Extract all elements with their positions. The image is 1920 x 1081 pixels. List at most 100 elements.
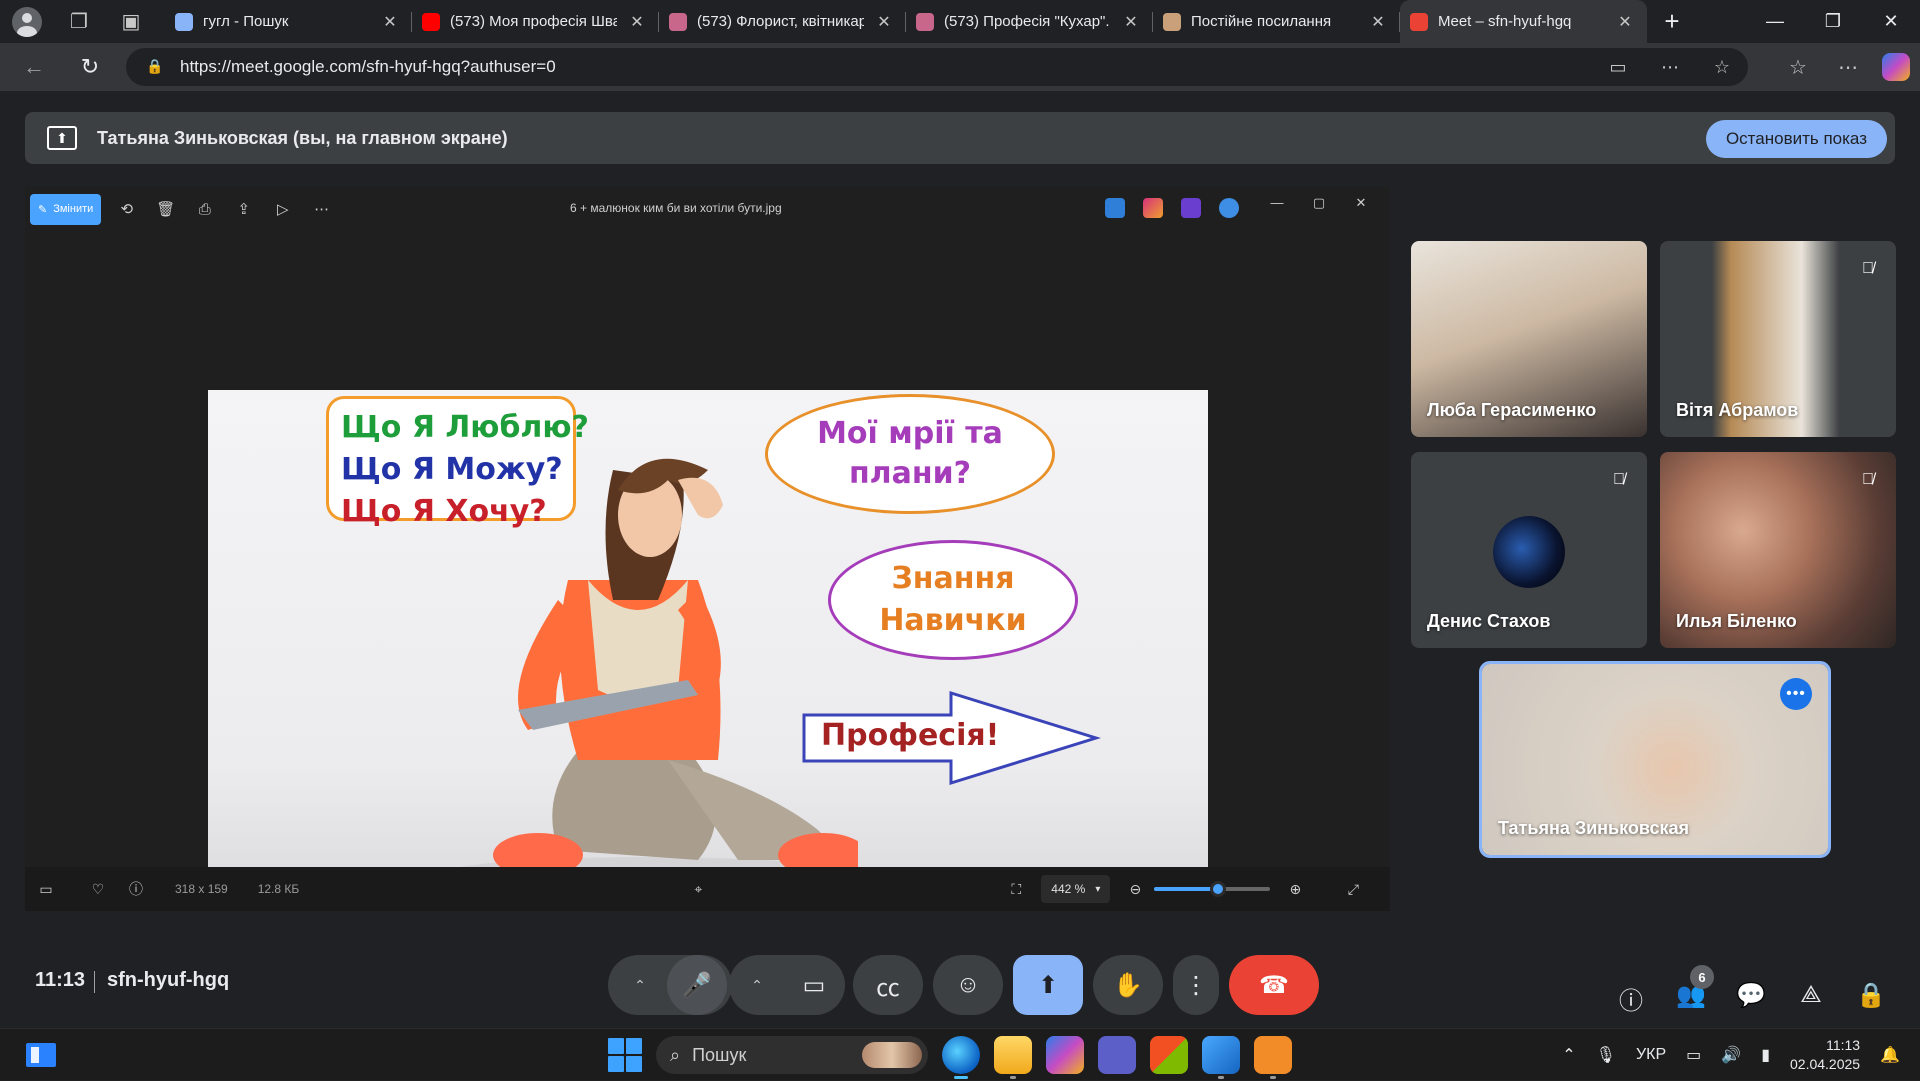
rotate-icon[interactable]: ⟲ [107, 200, 146, 218]
back-icon[interactable]: ← [12, 54, 56, 80]
snipping-tool-icon[interactable] [1254, 1036, 1292, 1079]
url-text[interactable]: https://meet.google.com/sfn-hyuf-hgq?aut… [180, 57, 1592, 77]
zoom-level-dropdown[interactable]: 442 % ▾ [1041, 875, 1111, 903]
chat-icon[interactable]: 💬 [1731, 981, 1771, 1010]
fullscreen-icon[interactable]: ⤢ [1334, 881, 1372, 898]
edit-button[interactable]: ✎ Змінити [30, 193, 102, 225]
browser-tab[interactable]: Meet – sfn-hyuf-hgq ✕ [1400, 0, 1647, 43]
raise-hand-button[interactable]: ✋ [1093, 955, 1163, 1015]
video-settings-chevron-icon[interactable]: ⌃ [730, 977, 784, 994]
photos-minimize-icon[interactable]: — [1256, 195, 1298, 211]
camera-in-use-icon[interactable]: ▭ [1592, 57, 1644, 78]
stop-presenting-button[interactable]: Остановить показ [1705, 120, 1887, 158]
tab-close-icon[interactable]: ✕ [1615, 12, 1635, 32]
file-explorer-icon[interactable] [994, 1036, 1032, 1079]
copilot-icon[interactable] [1882, 53, 1910, 81]
photos-app-icon[interactable] [1202, 1036, 1240, 1079]
zoom-slider[interactable] [1154, 881, 1271, 897]
microphone-in-use-icon[interactable]: 🎙 [1596, 1045, 1616, 1065]
start-icon[interactable] [608, 1038, 642, 1072]
notifications-icon[interactable]: 🔔 [1880, 1045, 1900, 1065]
youtube-icon [916, 12, 934, 31]
widgets-icon[interactable] [26, 1043, 56, 1067]
volume-icon[interactable]: 🔊 [1721, 1045, 1741, 1065]
audio-settings-chevron-icon[interactable]: ⌃ [613, 977, 667, 994]
browser-tab[interactable]: (573) Професія "Кухар". - ✕ [906, 0, 1153, 43]
zoom-in-icon[interactable]: ⊕ [1276, 881, 1314, 898]
taskbar-search[interactable]: ⌕ Пошук [656, 1036, 928, 1074]
input-language[interactable]: УКР [1636, 1046, 1666, 1064]
workspaces-icon[interactable]: ❐ [64, 7, 94, 37]
edge-icon[interactable] [942, 1036, 980, 1079]
host-controls-icon[interactable]: 🔒 [1851, 981, 1891, 1010]
self-participant-tile[interactable]: ••• Татьяна Зиньковская [1479, 661, 1831, 858]
hang-up-icon: ☎ [1259, 971, 1289, 999]
tab-close-icon[interactable]: ✕ [380, 12, 400, 32]
present-now-button[interactable]: ⬆ [1013, 955, 1083, 1015]
designer-icon[interactable] [1143, 198, 1163, 218]
onedrive-icon[interactable] [1219, 198, 1239, 218]
participant-tile[interactable]: 🎙̸ Денис Стахов [1411, 452, 1647, 648]
battery-icon[interactable]: ▮ [1761, 1045, 1770, 1065]
photos-editor-icon[interactable] [1105, 198, 1125, 218]
more-options-button[interactable]: ⋮ [1173, 955, 1219, 1015]
restore-icon[interactable]: ❐ [1804, 0, 1862, 43]
taskbar-clock[interactable]: 11:13 02.04.2025 [1790, 1036, 1860, 1074]
participant-tile[interactable]: 🎙̸ Вітя Абрамов [1660, 241, 1896, 437]
present-screen-icon: ⬆ [1037, 971, 1059, 999]
slideshow-icon[interactable]: ▷ [263, 200, 302, 218]
photos-maximize-icon[interactable]: ▢ [1298, 195, 1340, 211]
minimize-icon[interactable]: — [1746, 0, 1804, 43]
show-hidden-icons-chevron-icon[interactable]: ⌃ [1562, 1045, 1575, 1065]
browser-tab[interactable]: (573) Моя професія Шва ✕ [412, 0, 659, 43]
file-info-icon[interactable]: ⓘ [117, 879, 155, 899]
close-icon[interactable]: ✕ [1862, 0, 1920, 43]
copilot-app-icon[interactable] [1046, 1036, 1084, 1074]
settings-more-icon[interactable]: ⋯ [1832, 55, 1864, 80]
teams-icon[interactable] [1098, 1036, 1136, 1074]
tab-close-icon[interactable]: ✕ [1368, 12, 1388, 32]
browser-essentials-icon[interactable]: ⋯ [1644, 57, 1696, 78]
visual-search-icon[interactable]: ⌖ [679, 881, 717, 898]
reactions-button[interactable]: ☺ [933, 955, 1003, 1015]
profile-icon[interactable] [12, 6, 42, 37]
filmstrip-icon[interactable]: ▭ [27, 881, 65, 898]
browser-tab[interactable]: Постійне посилання ✕ [1153, 0, 1400, 43]
tab-actions-icon[interactable]: ▣ [116, 7, 146, 37]
participant-tile[interactable]: 🎙̸ Илья Біленко [1660, 452, 1896, 648]
captions-button[interactable]: ㏄ [853, 955, 923, 1015]
favorite-heart-icon[interactable]: ♡ [79, 881, 117, 898]
dreams-line-1: Мої мрії та [817, 416, 1003, 451]
photos-close-icon[interactable]: ✕ [1340, 195, 1382, 211]
dreams-cloud: Мої мрії та плани? [765, 394, 1055, 514]
new-tab-button[interactable]: + [1647, 0, 1697, 43]
browser-tab[interactable]: гугл - Пошук ✕ [165, 0, 412, 43]
more-options-icon[interactable]: ••• [1780, 678, 1812, 710]
more-options-icon[interactable]: ⋯ [302, 200, 341, 218]
address-bar[interactable]: 🔒 https://meet.google.com/sfn-hyuf-hgq?a… [126, 48, 1748, 86]
thinking-girl-illustration [438, 458, 858, 890]
share-icon[interactable]: ⇪ [224, 200, 263, 218]
browser-tab[interactable]: (573) Флорист, квітникар ✕ [659, 0, 906, 43]
zoom-out-icon[interactable]: ⊖ [1116, 881, 1154, 898]
delete-icon[interactable]: 🗑 [146, 200, 185, 218]
camera-icon[interactable]: ▭ [784, 955, 844, 1015]
network-icon[interactable]: ▭ [1686, 1045, 1701, 1065]
reload-icon[interactable]: ↻ [68, 54, 112, 80]
favorites-icon[interactable]: ☆ [1782, 55, 1814, 80]
favorite-star-icon[interactable]: ☆ [1696, 57, 1748, 78]
fit-to-window-icon[interactable]: ⛶ [997, 881, 1035, 898]
tab-close-icon[interactable]: ✕ [874, 12, 894, 32]
participant-tile[interactable]: Люба Герасименко [1411, 241, 1647, 437]
tab-close-icon[interactable]: ✕ [627, 12, 647, 32]
zoom-slider-thumb[interactable] [1210, 881, 1227, 897]
clipchamp-icon[interactable] [1181, 198, 1201, 218]
site-info-icon[interactable]: 🔒 [146, 58, 164, 76]
leave-call-button[interactable]: ☎ [1229, 955, 1319, 1015]
meeting-details-icon[interactable]: ⓘ [1611, 981, 1651, 1016]
tab-close-icon[interactable]: ✕ [1121, 12, 1141, 32]
activities-icon[interactable]: ⟁ [1791, 981, 1831, 1009]
microphone-icon[interactable]: 🎤 [667, 955, 727, 1015]
print-icon[interactable]: ⎙ [185, 201, 224, 218]
store-icon[interactable] [1150, 1036, 1188, 1074]
